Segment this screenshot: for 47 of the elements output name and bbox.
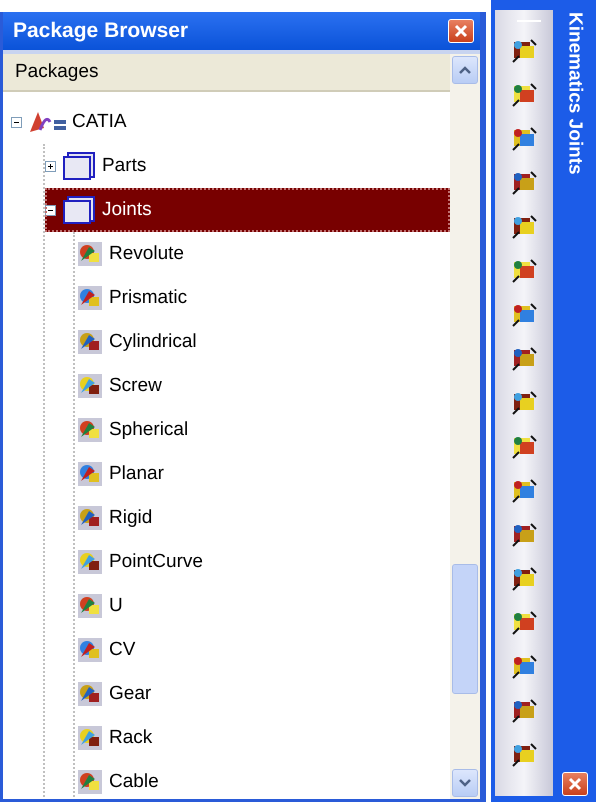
tree-item[interactable]: Screw [75,364,450,408]
tree-item[interactable]: Cable [75,760,450,799]
close-icon [568,777,582,791]
joint-icon [75,767,105,797]
close-button[interactable] [448,19,474,43]
tree-item[interactable]: Parts [45,144,450,188]
tree-item[interactable]: Cylindrical [75,320,450,364]
joint-icon [75,591,105,621]
scroll-thumb[interactable] [452,564,478,694]
scroll-down-button[interactable] [452,769,478,797]
package-icon [62,195,98,225]
joint-icon [75,327,105,357]
expand-icon[interactable] [45,160,56,172]
tree-item[interactable]: U [75,584,450,628]
close-button[interactable] [562,772,588,796]
scrollbar[interactable] [450,54,480,799]
tree-item[interactable]: Planar [75,452,450,496]
joint-icon [75,459,105,489]
joint-icon [75,503,105,533]
joint-icon [75,679,105,709]
joint-icon [75,723,105,753]
toolbar-title: Kinematics Joints [564,12,586,175]
scroll-up-button[interactable] [452,56,478,84]
chevron-up-icon [459,66,471,74]
tree-item[interactable]: PointCurve [75,540,450,584]
tree-item[interactable]: Spherical [75,408,450,452]
joint-icon [75,415,105,445]
tree-item[interactable]: Rigid [75,496,450,540]
tree-item[interactable]: Prismatic [75,276,450,320]
joint-icon [75,283,105,313]
collapse-icon[interactable] [45,204,56,216]
chevron-down-icon [459,779,471,787]
tree-item[interactable]: Revolute [75,232,450,276]
close-icon [454,24,468,38]
joint-icon [75,239,105,269]
package-icon [62,151,98,181]
joint-icon [75,547,105,577]
tree-item[interactable]: Gear [75,672,450,716]
joint-icon [75,635,105,665]
collapse-icon[interactable] [11,116,22,128]
tree-item[interactable]: Joints [45,188,450,232]
tree-item[interactable]: CATIA [11,100,450,144]
joint-icon [75,371,105,401]
window-title: Package Browser [13,19,188,43]
column-header[interactable]: Packages [3,54,450,92]
tree-item[interactable]: CV [75,628,450,672]
tree-item[interactable]: Rack [75,716,450,760]
